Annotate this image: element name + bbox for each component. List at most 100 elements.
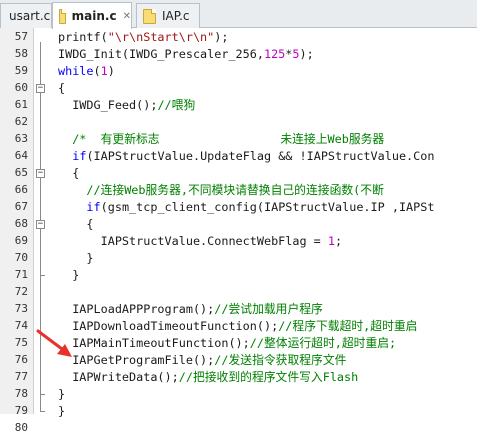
code-token: /* 有更新标志 未连接上Web服务器 (58, 132, 385, 146)
line-number: 77 (14, 370, 28, 383)
code-token: //连接Web服务器,不同模块请替换自己的连接函数(不断 (58, 183, 384, 197)
code-text: //连接Web服务器,不同模块请替换自己的连接函数(不断 (58, 182, 384, 198)
code-line[interactable]: 73 IAPLoadAPPProgram();//尝试加载用户程序 (0, 301, 477, 317)
tab-label: IAP.c (162, 9, 190, 23)
code-text: /* 有更新标志 未连接上Web服务器 (58, 131, 384, 147)
tab-label: main.c (71, 9, 117, 23)
code-text: { (58, 165, 79, 181)
code-line[interactable]: 66 //连接Web服务器,不同模块请替换自己的连接函数(不断 (0, 182, 477, 198)
code-token: IWDG_Feed(); (58, 98, 158, 112)
code-token: (gsm_tcp_client_config(IAPStructValue.IP… (100, 200, 435, 214)
code-text: { (58, 80, 65, 96)
line-number: 58 (14, 47, 28, 60)
code-token: IAPDownloadTimeoutFunction(); (58, 319, 279, 333)
line-number: 78 (14, 387, 28, 400)
close-icon[interactable]: ✕ (123, 11, 131, 22)
line-number: 66 (14, 183, 28, 196)
code-line[interactable]: 76 IAPGetProgramFile();//发送指令获取程序文件 (0, 352, 477, 368)
code-token: 5 (292, 47, 300, 61)
code-token: //尝试加载用户程序 (214, 302, 323, 316)
code-line[interactable]: 74 IAPDownloadTimeoutFunction();//程序下载超时… (0, 318, 477, 334)
c-file-icon (143, 8, 156, 24)
code-line[interactable]: 68 { (0, 216, 477, 232)
code-line[interactable]: 67 if(gsm_tcp_client_config(IAPStructVal… (0, 199, 477, 215)
code-token: (IAPStructValue.UpdateFlag && !IAPStruct… (86, 149, 435, 163)
code-text: IWDG_Feed();//喂狗 (58, 97, 195, 113)
line-number: 70 (14, 251, 28, 264)
line-number: 62 (14, 115, 28, 128)
code-line[interactable]: 80 (0, 420, 477, 436)
tab-label: usart.c (9, 9, 51, 23)
tab-iap-c[interactable]: IAP.c (136, 3, 200, 28)
line-number: 79 (14, 404, 28, 417)
code-text: if(IAPStructValue.UpdateFlag && !IAPStru… (58, 148, 434, 164)
code-line[interactable]: 61 IWDG_Feed();//喂狗 (0, 97, 477, 113)
code-line[interactable]: 78} (0, 386, 477, 402)
code-token: 1 (100, 64, 108, 78)
code-line[interactable]: 72 (0, 284, 477, 300)
code-token: 1 (327, 234, 335, 248)
code-token: if (86, 200, 101, 214)
line-number: 65 (14, 166, 28, 179)
code-line[interactable]: 60 { (0, 80, 477, 96)
code-token: ; (335, 234, 343, 248)
tab-usart-c[interactable]: usart.c (0, 3, 52, 28)
code-text: } (58, 386, 65, 402)
line-number: 57 (14, 30, 28, 43)
line-number: 61 (14, 98, 28, 111)
code-token: IAPMainTimeoutFunction(); (58, 336, 250, 350)
code-token: if (72, 149, 87, 163)
code-token: ( (93, 64, 101, 78)
code-token: { (58, 166, 80, 180)
code-text: } (58, 250, 93, 266)
code-token: IWDG_Init(IWDG_Prescaler_256, (58, 47, 264, 61)
code-line[interactable]: 65 { (0, 165, 477, 181)
code-text: IAPWriteData();//把接收到的程序文件写入Flash (58, 369, 358, 385)
line-number: 76 (14, 353, 28, 366)
line-number: 59 (14, 64, 28, 77)
code-line[interactable]: 58 IWDG_Init(IWDG_Prescaler_256,125*5); (0, 46, 477, 62)
line-number: 69 (14, 234, 28, 247)
code-token: { (58, 81, 66, 95)
code-text: IAPStructValue.ConnectWebFlag = 1; (58, 233, 343, 249)
code-line[interactable]: 69 IAPStructValue.ConnectWebFlag = 1; (0, 233, 477, 249)
line-number: 80 (14, 421, 28, 434)
line-number: 68 (14, 217, 28, 230)
line-number: 64 (14, 149, 28, 162)
code-line[interactable]: 70 } (0, 250, 477, 266)
code-line[interactable]: 62 (0, 114, 477, 130)
code-token: ) (107, 64, 115, 78)
code-line[interactable]: 75 IAPMainTimeoutFunction();//整体运行超时,超时重… (0, 335, 477, 351)
code-line[interactable]: 64 if(IAPStructValue.UpdateFlag && !IAPS… (0, 148, 477, 164)
code-line[interactable]: 79} (0, 403, 477, 419)
code-text: if(gsm_tcp_client_config(IAPStructValue.… (58, 199, 434, 215)
code-token: printf( (58, 30, 108, 44)
code-token: //把接收到的程序文件写入Flash (178, 370, 359, 384)
tab-main-c[interactable]: main.c ✕ (52, 2, 132, 29)
code-token: //整体运行超时,超时重启; (249, 336, 397, 350)
line-number: 75 (14, 336, 28, 349)
code-token: { (58, 217, 94, 231)
code-token: "\r\nStart\r\n" (107, 30, 215, 44)
code-token: IAPLoadAPPProgram(); (58, 302, 215, 316)
editor-tab-bar: usart.c main.c ✕ IAP.c (0, 0, 477, 29)
code-line[interactable]: 59 while(1) (0, 63, 477, 79)
code-text: { (58, 216, 94, 232)
code-text: printf("\r\nStart\r\n"); (58, 29, 228, 45)
code-token: 125 (263, 47, 286, 61)
code-token: IAPGetProgramFile(); (58, 353, 215, 367)
line-number: 72 (14, 285, 28, 298)
code-line[interactable]: 57 printf("\r\nStart\r\n"); (0, 29, 477, 45)
line-number: 74 (14, 319, 28, 332)
code-token: while (58, 64, 94, 78)
code-token: } (58, 404, 66, 418)
code-line[interactable]: 71 } (0, 267, 477, 283)
code-text: IAPGetProgramFile();//发送指令获取程序文件 (58, 352, 346, 368)
code-text: } (58, 403, 65, 419)
code-line[interactable]: 63 /* 有更新标志 未连接上Web服务器 (0, 131, 477, 147)
code-text: IWDG_Init(IWDG_Prescaler_256,125*5); (58, 46, 314, 62)
line-number: 67 (14, 200, 28, 213)
code-line[interactable]: 77 IAPWriteData();//把接收到的程序文件写入Flash (0, 369, 477, 385)
code-token: } (58, 268, 80, 282)
